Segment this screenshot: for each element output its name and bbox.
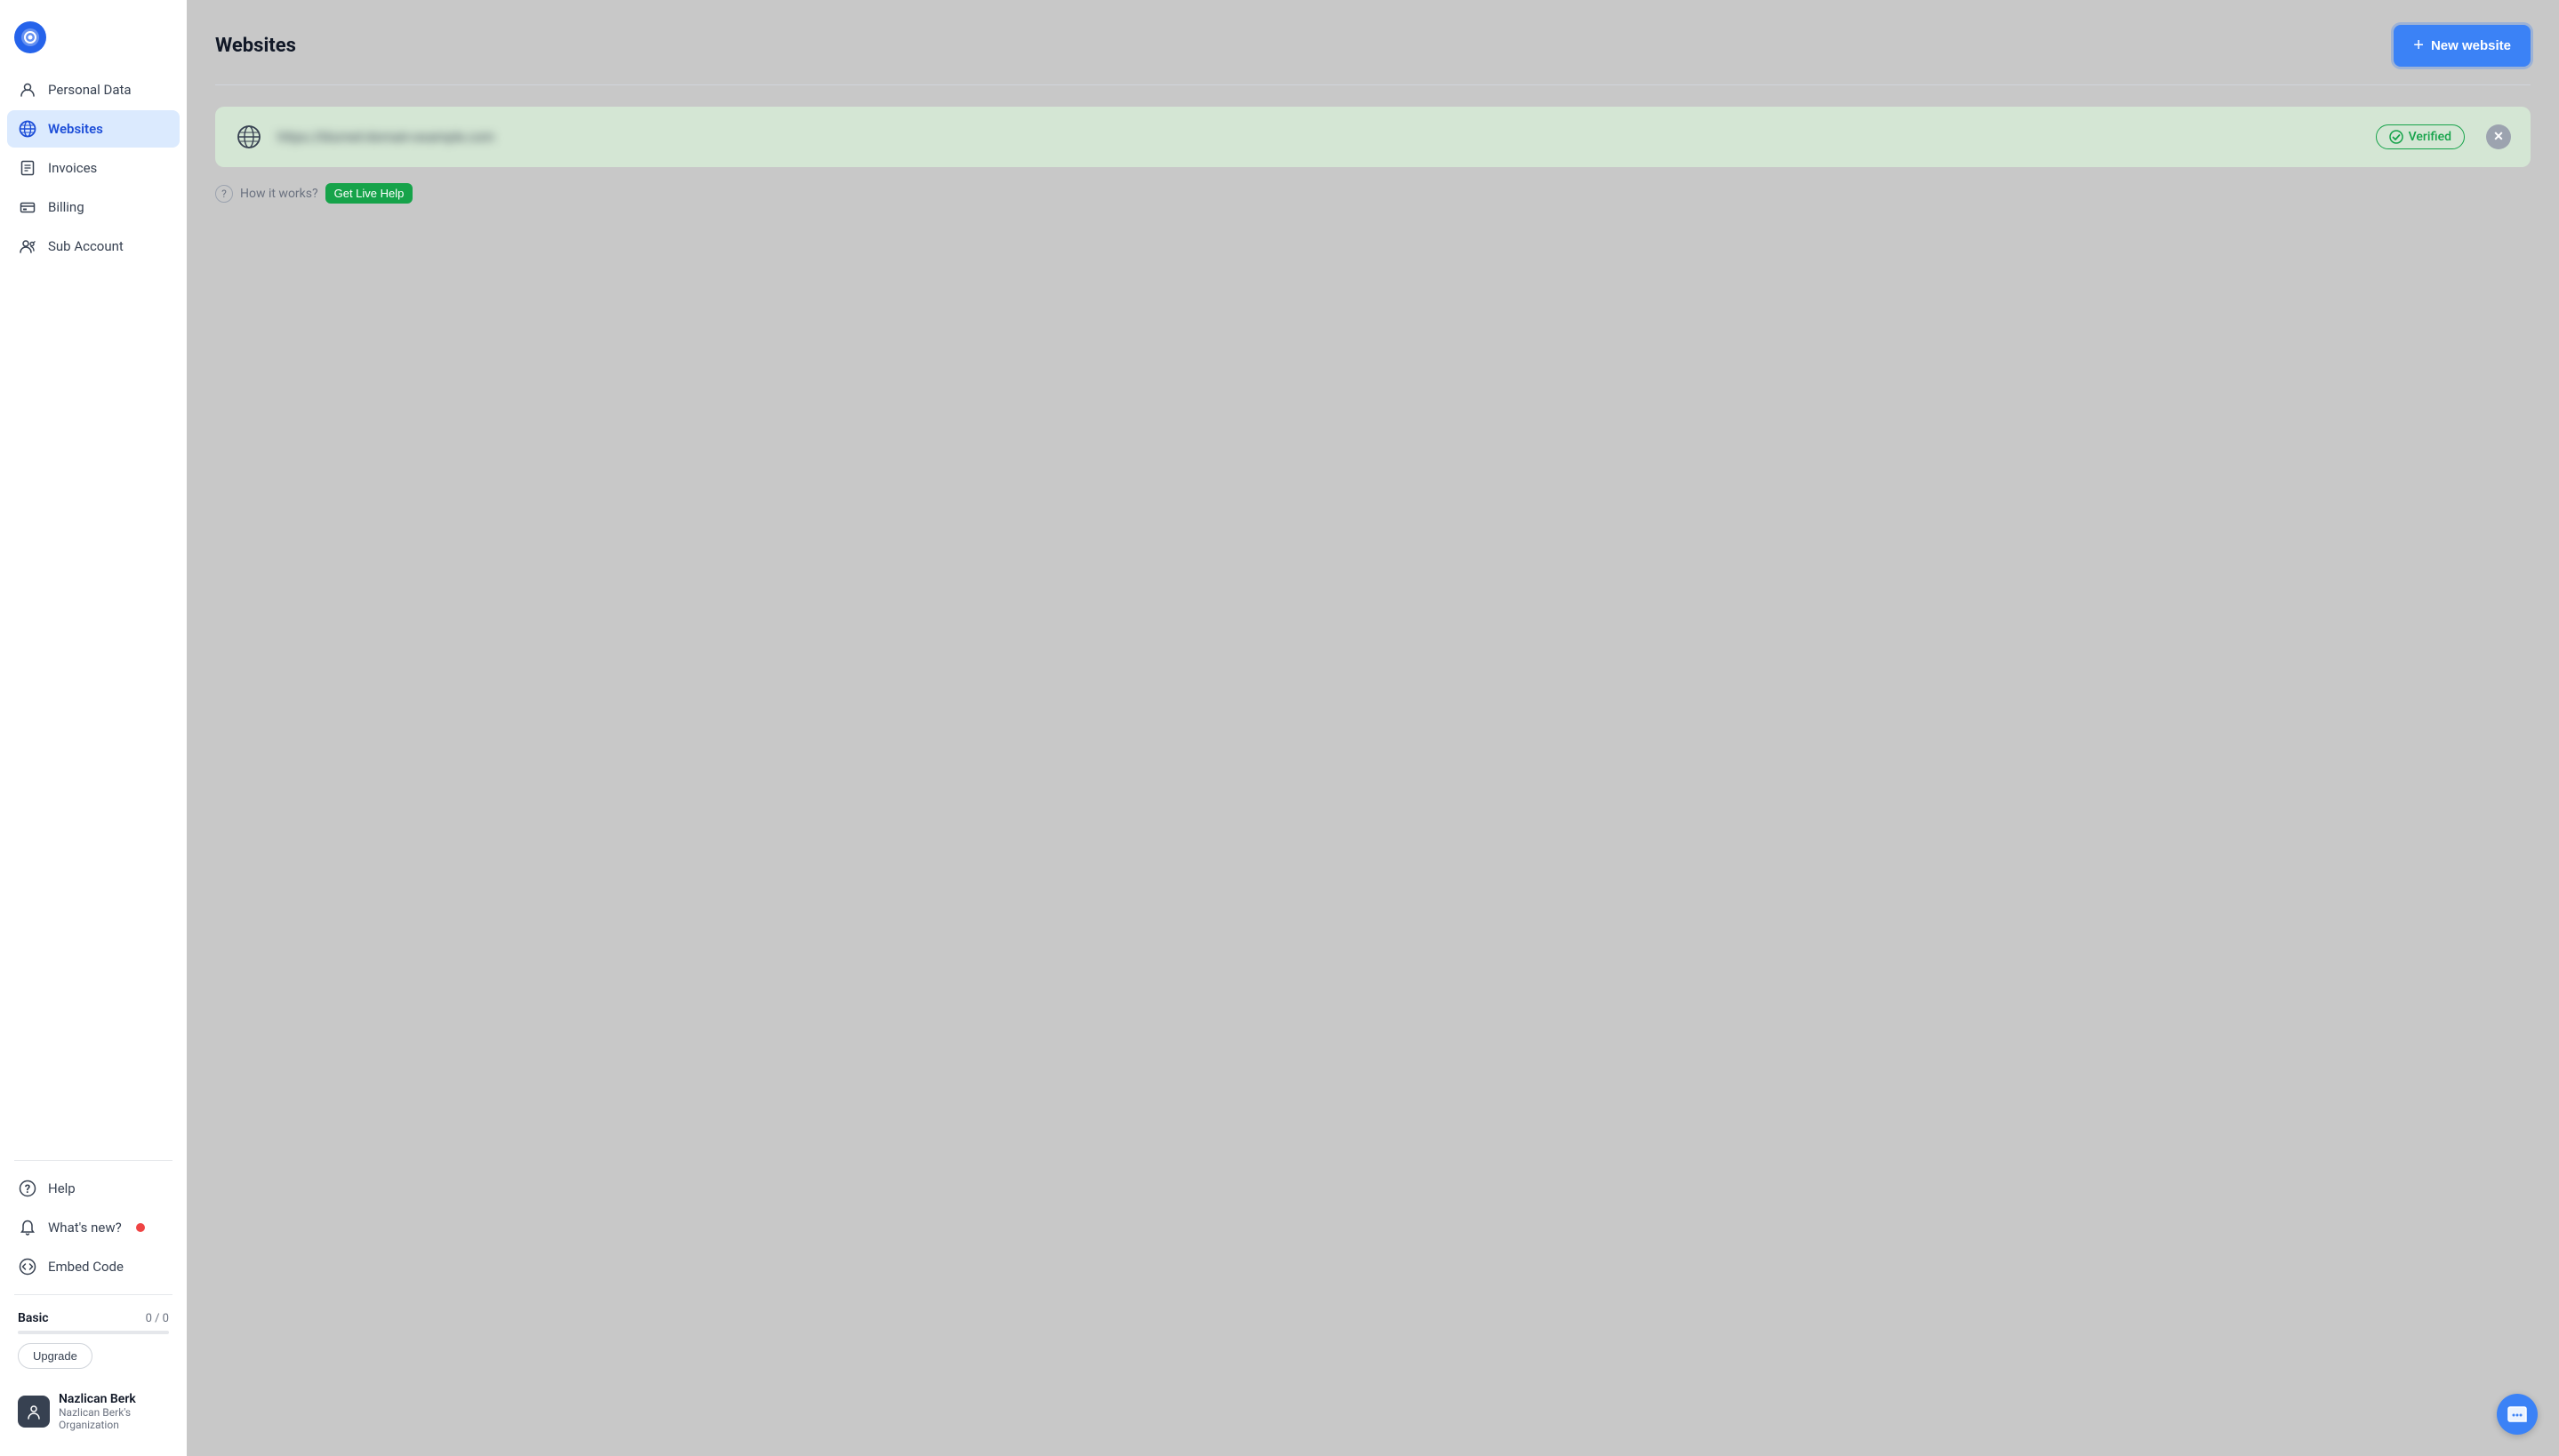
app-logo[interactable] — [0, 14, 187, 71]
main-nav: Personal Data Websites — [0, 71, 187, 1153]
sidebar-divider — [14, 1160, 172, 1161]
sidebar-item-label: Invoices — [48, 160, 97, 176]
website-url: https://blurred-domain-example.com — [277, 129, 2362, 145]
sidebar-item-personal-data[interactable]: Personal Data — [7, 71, 180, 108]
sidebar-item-whats-new[interactable]: What's new? — [7, 1209, 180, 1246]
get-live-help-button[interactable]: Get Live Help — [325, 183, 413, 204]
main-content: Websites + New website https://blurred-d… — [187, 0, 2559, 1456]
sidebar-item-websites[interactable]: Websites — [7, 110, 180, 148]
logo-icon — [14, 21, 46, 53]
sidebar-item-embed-code[interactable]: Embed Code — [7, 1248, 180, 1285]
user-profile[interactable]: Nazlican Berk Nazlican Berk's Organizati… — [7, 1381, 180, 1442]
website-card: https://blurred-domain-example.com Verif… — [215, 107, 2531, 167]
invoice-icon — [18, 158, 37, 178]
user-org: Nazlican Berk's Organization — [59, 1406, 169, 1431]
sidebar-item-invoices[interactable]: Invoices — [7, 149, 180, 187]
website-globe-icon — [235, 123, 263, 151]
sidebar-item-sub-account[interactable]: Sub Account — [7, 228, 180, 265]
verified-badge: Verified — [2376, 124, 2465, 149]
sidebar-item-billing[interactable]: Billing — [7, 188, 180, 226]
plan-count: 0 / 0 — [146, 1312, 169, 1325]
sidebar-item-help[interactable]: ? Help — [7, 1170, 180, 1207]
page-header: Websites + New website — [215, 25, 2531, 67]
how-it-works: ? How it works? Get Live Help — [215, 183, 2531, 204]
sidebar-item-label: Help — [48, 1180, 76, 1196]
person-icon — [18, 80, 37, 100]
sub-account-icon — [18, 236, 37, 256]
sidebar-item-label: Billing — [48, 199, 84, 215]
sidebar-item-label: What's new? — [48, 1220, 122, 1236]
plan-section: Basic 0 / 0 Upgrade — [7, 1304, 180, 1376]
sidebar: Personal Data Websites — [0, 0, 187, 1456]
sidebar-item-label: Sub Account — [48, 238, 124, 254]
avatar — [18, 1396, 50, 1428]
page-title: Websites — [215, 35, 296, 57]
embed-icon — [18, 1257, 37, 1276]
new-website-label: New website — [2431, 38, 2511, 53]
user-info: Nazlican Berk Nazlican Berk's Organizati… — [59, 1392, 169, 1431]
notification-dot — [136, 1223, 145, 1232]
sidebar-item-label: Embed Code — [48, 1259, 124, 1275]
sidebar-item-label: Personal Data — [48, 82, 132, 98]
user-name: Nazlican Berk — [59, 1392, 169, 1406]
how-icon: ? — [215, 185, 233, 203]
sidebar-item-label: Websites — [48, 121, 103, 137]
sidebar-bottom: ? Help What's new? — [0, 1153, 187, 1442]
close-website-button[interactable]: ✕ — [2486, 124, 2511, 149]
billing-icon — [18, 197, 37, 217]
verified-label: Verified — [2409, 130, 2451, 144]
bell-icon — [18, 1218, 37, 1237]
plus-icon: + — [2413, 36, 2424, 56]
plan-progress-bar — [18, 1331, 169, 1334]
upgrade-button[interactable]: Upgrade — [18, 1343, 92, 1369]
globe-icon — [18, 119, 37, 139]
new-website-button[interactable]: + New website — [2394, 25, 2531, 67]
plan-title: Basic — [18, 1311, 49, 1325]
chat-bubble-button[interactable] — [2497, 1394, 2538, 1435]
svg-text:?: ? — [25, 1183, 30, 1196]
how-it-works-text: How it works? — [240, 187, 318, 201]
help-icon: ? — [18, 1179, 37, 1198]
sidebar-divider-2 — [14, 1294, 172, 1295]
header-divider — [215, 84, 2531, 85]
